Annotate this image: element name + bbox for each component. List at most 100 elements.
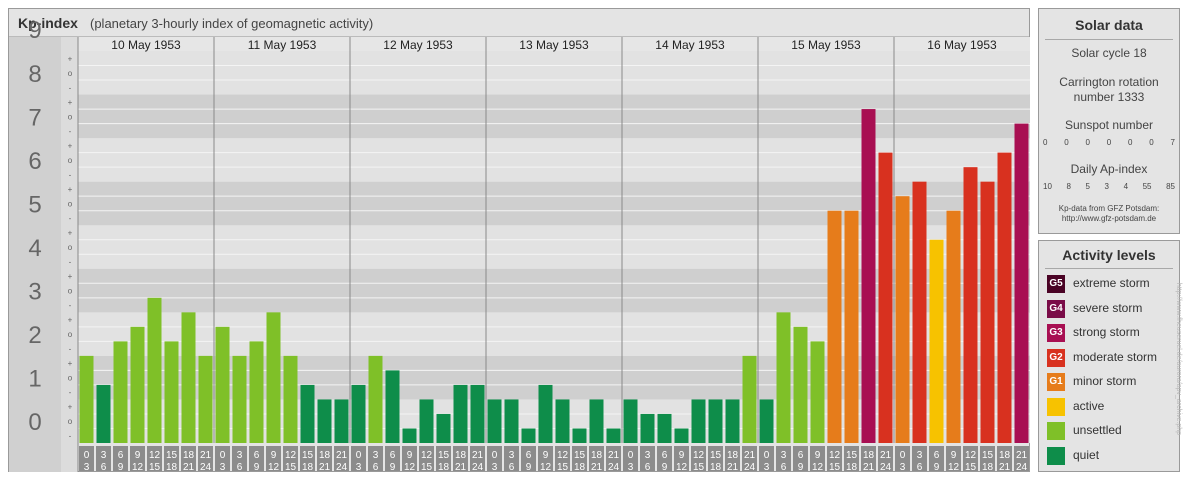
y-tick-label: 9 [28, 17, 41, 44]
interval-start-label: 0 [900, 450, 906, 461]
kp-bar [130, 326, 145, 443]
level-swatch [1047, 422, 1065, 440]
interval-end-label: 12 [132, 462, 144, 473]
interval-start-label: 15 [438, 450, 450, 461]
interval-end-label: 21 [455, 462, 467, 473]
third-mark: o [68, 287, 73, 296]
interval-start-label: 6 [254, 450, 260, 461]
interval-end-label: 6 [917, 462, 923, 473]
interval-start-label: 21 [608, 450, 620, 461]
solar-divider [1045, 39, 1173, 40]
interval-start-label: 18 [591, 450, 603, 461]
interval-end-label: 9 [526, 462, 532, 473]
kp-bar [147, 297, 162, 443]
level-label: extreme storm [1073, 276, 1150, 290]
kp-bar [113, 341, 128, 443]
kp-bar [776, 312, 791, 443]
interval-end-label: 21 [319, 462, 331, 473]
activity-level-3: G2 moderate storm [1047, 348, 1177, 369]
third-mark: o [68, 243, 73, 252]
kp-bar [266, 312, 281, 443]
interval-end-label: 12 [676, 462, 688, 473]
kp-bar [861, 109, 876, 443]
interval-end-label: 18 [438, 462, 450, 473]
interval-end-label: 24 [472, 462, 484, 473]
band-kp-7 [78, 94, 1030, 139]
credit-link[interactable]: http://www.gfz-potsdam.de [1039, 214, 1179, 224]
ap-value: 55 [1142, 182, 1152, 191]
third-mark: + [68, 359, 73, 368]
kp-bar [572, 428, 587, 443]
interval-start-label: 12 [149, 450, 161, 461]
ap-index-title: Daily Ap-index [1070, 162, 1148, 176]
interval-start-label: 12 [965, 450, 977, 461]
y-tick-label: 7 [28, 104, 41, 131]
interval-end-label: 24 [336, 462, 348, 473]
kp-bar [810, 341, 825, 443]
activity-level-5: active [1047, 397, 1177, 418]
kp-bar [912, 181, 927, 443]
interval-end-label: 9 [662, 462, 668, 473]
interval-end-label: 9 [934, 462, 940, 473]
interval-start-label: 9 [407, 450, 413, 461]
kp-bar [79, 355, 94, 443]
kp-bar [674, 428, 689, 443]
kp-bar [980, 181, 995, 443]
level-label: severe storm [1073, 300, 1143, 315]
interval-end-label: 15 [421, 462, 433, 473]
level-label: quiet [1073, 447, 1100, 462]
level-swatch [1047, 446, 1065, 465]
interval-end-label: 6 [509, 462, 515, 473]
activity-level-2: G3 strong storm [1047, 324, 1177, 344]
interval-end-label: 3 [356, 462, 362, 473]
kp-bar [895, 196, 910, 443]
kp-bar [198, 355, 213, 443]
interval-start-label: 21 [880, 450, 892, 461]
activity-level-4: G1 minor storm [1047, 373, 1177, 393]
kp-bar [725, 399, 740, 443]
kp-bar [997, 152, 1012, 443]
interval-start-label: 0 [84, 450, 90, 461]
level-swatch: G3 [1047, 324, 1065, 342]
interval-end-label: 15 [965, 462, 977, 473]
interval-start-label: 3 [917, 450, 923, 461]
sunspot-value: 0 [1128, 138, 1133, 147]
third-mark: + [68, 185, 73, 194]
y-tick-label: 3 [28, 279, 41, 306]
interval-start-label: 21 [472, 450, 484, 461]
day-label: 12 May 1953 [383, 38, 453, 52]
level-label: unsettled [1073, 423, 1122, 437]
kp-bar [317, 399, 332, 443]
interval-end-label: 15 [693, 462, 705, 473]
activity-level-1: G4 severe storm [1047, 299, 1177, 320]
interval-start-label: 3 [101, 450, 107, 461]
level-label: moderate storm [1073, 349, 1158, 364]
interval-end-label: 18 [846, 462, 858, 473]
interval-start-label: 6 [934, 450, 940, 461]
third-mark: - [69, 127, 72, 136]
interval-start-label: 0 [220, 450, 226, 461]
interval-end-label: 3 [220, 462, 226, 473]
kp-bar [521, 428, 536, 443]
interval-end-label: 3 [84, 462, 90, 473]
kp-bar [946, 210, 961, 443]
third-mark: o [68, 156, 73, 165]
solar-data-panel: Solar data Solar cycle 18 Carrington rot… [1038, 8, 1180, 234]
interval-start-label: 6 [662, 450, 668, 461]
interval-end-label: 12 [812, 462, 824, 473]
y-tick-label: 6 [28, 148, 41, 175]
day-label: 16 May 1953 [927, 38, 997, 52]
interval-end-label: 15 [829, 462, 841, 473]
y-tick-label: 2 [28, 322, 41, 349]
activity-divider [1045, 268, 1173, 269]
interval-end-label: 21 [727, 462, 739, 473]
third-mark: + [68, 403, 73, 412]
band-kp-8 [78, 51, 1030, 95]
interval-start-label: 3 [237, 450, 243, 461]
interval-end-label: 6 [645, 462, 651, 473]
kp-bar [555, 399, 570, 443]
interval-start-label: 9 [135, 450, 141, 461]
interval-end-label: 12 [948, 462, 960, 473]
interval-start-label: 3 [781, 450, 787, 461]
interval-start-label: 15 [166, 450, 178, 461]
